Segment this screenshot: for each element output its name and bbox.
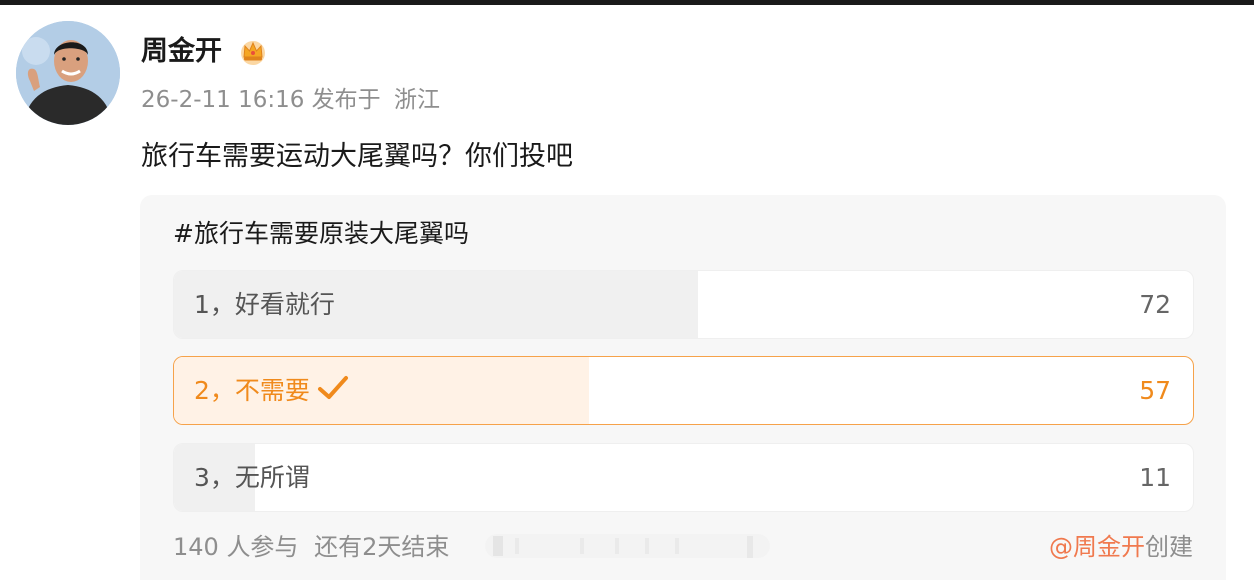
poll-option-text: 2，不需要 <box>194 376 310 405</box>
poll-option-count: 57 <box>1139 376 1171 405</box>
author-name[interactable]: 周金开 <box>141 34 222 70</box>
top-border <box>0 0 1254 5</box>
poll-card: #旅行车需要原装大尾翼吗 1，好看就行 72 2，不需要 57 3，无所谓 11… <box>140 195 1226 580</box>
poll-option-count: 72 <box>1139 290 1171 319</box>
poll-option-count: 11 <box>1139 463 1171 492</box>
blurred-overlay <box>485 534 770 558</box>
post-time[interactable]: 26-2-11 16:16 <box>141 87 304 113</box>
post-meta: 26-2-11 16:16 发布于 浙江 <box>141 83 440 117</box>
post-location: 浙江 <box>393 87 440 113</box>
poll-option-1[interactable]: 1，好看就行 72 <box>173 270 1194 339</box>
crown-icon <box>241 41 265 65</box>
published-from-label: 发布于 <box>311 87 381 113</box>
creator-handle-link[interactable]: @周金开 <box>1049 533 1145 561</box>
poll-title[interactable]: #旅行车需要原装大尾翼吗 <box>173 217 469 251</box>
poll-participants: 140 人参与 <box>173 533 299 561</box>
creator-suffix: 创建 <box>1145 533 1193 561</box>
poll-option-label: 2，不需要 <box>194 357 350 424</box>
poll-footer: 140 人参与 还有2天结束 <box>173 530 449 564</box>
poll-remaining-time: 还有2天结束 <box>314 533 450 561</box>
check-icon <box>317 376 348 399</box>
poll-option-3[interactable]: 3，无所谓 11 <box>173 443 1194 512</box>
avatar-photo-icon <box>16 21 120 125</box>
author-avatar[interactable] <box>16 21 120 125</box>
poll-creator: @周金开创建 <box>1049 530 1193 564</box>
poll-option-label: 3，无所谓 <box>194 463 310 492</box>
post-text: 旅行车需要运动大尾翼吗？你们投吧 <box>141 141 573 172</box>
poll-option-label: 1，好看就行 <box>194 290 335 319</box>
poll-option-2[interactable]: 2，不需要 57 <box>173 356 1194 425</box>
